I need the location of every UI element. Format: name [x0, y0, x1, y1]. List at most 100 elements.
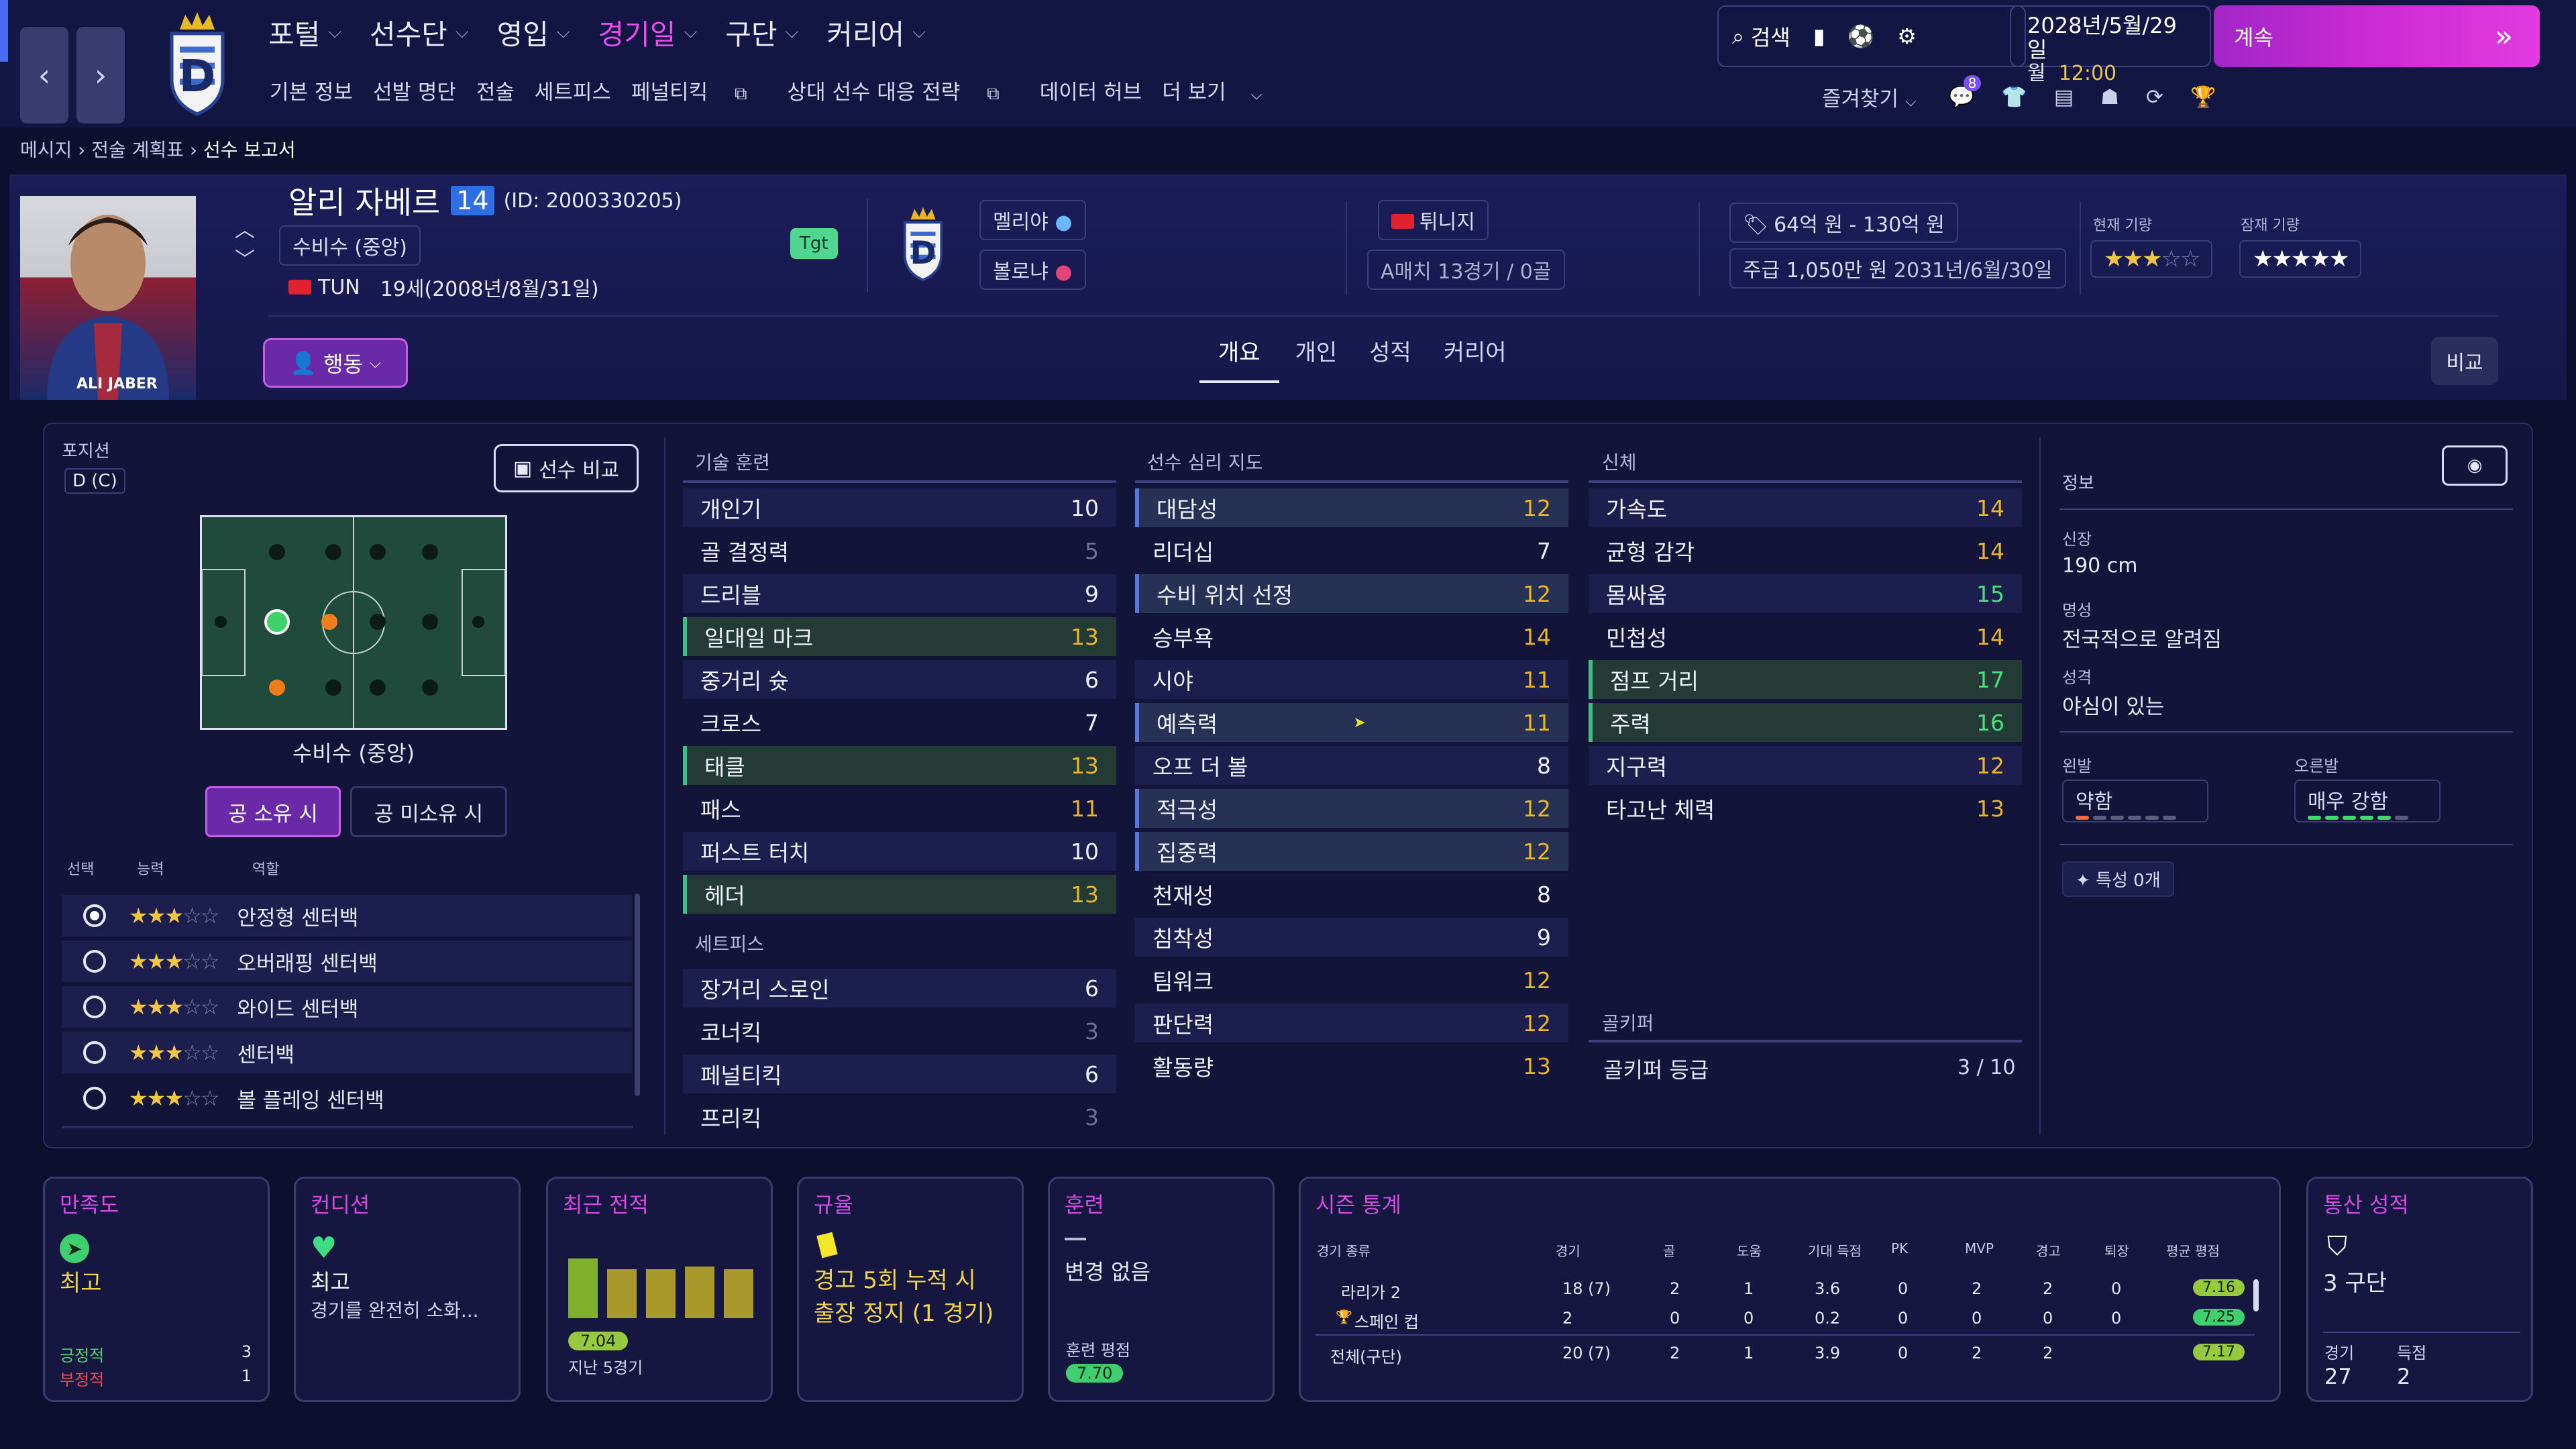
ball-button[interactable]: ⚽ — [1847, 23, 1874, 49]
player-nav-arrows[interactable]: ︿ ﹀ — [235, 216, 255, 275]
tab-personal[interactable]: 개인 — [1279, 331, 1354, 383]
subnav-more[interactable]: 더 보기 ⌵ — [1162, 75, 1282, 105]
attribute-row[interactable]: 판단력 12 — [1135, 1004, 1568, 1042]
role-radio[interactable] — [83, 1041, 106, 1064]
attribute-row[interactable]: 리더십 7 — [1135, 531, 1568, 570]
trophy-icon[interactable]: 🏆 — [2190, 85, 2216, 109]
subnav-penalties[interactable]: 페널티킥 ⧉ — [631, 75, 767, 105]
role-row[interactable]: ★★★☆☆ 와이드 센터백 — [62, 986, 632, 1028]
in-possession-toggle[interactable]: 공 소유 시 — [205, 786, 341, 837]
horizontal-scrollbar[interactable] — [62, 1126, 633, 1128]
club-crest-icon[interactable]: D — [160, 9, 235, 122]
tab-career[interactable]: 커리어 — [1428, 331, 1523, 383]
attribute-row[interactable]: 수비 위치 선정 12 — [1135, 574, 1568, 613]
attribute-row[interactable]: 가속도 14 — [1589, 488, 2022, 527]
target-tag[interactable]: Tgt — [790, 228, 838, 259]
form-card[interactable]: 최근 전적 7.04 지난 5경기 — [546, 1177, 773, 1402]
attribute-row[interactable]: 태클 13 — [683, 746, 1116, 785]
attribute-row[interactable]: 대담성 12 — [1135, 488, 1568, 527]
role-row[interactable]: ★★★☆☆ 오버래핑 센터백 — [62, 941, 632, 982]
date-display[interactable]: 2028년/5월/29일 월 12:00 — [2010, 5, 2211, 85]
roles-scrollbar[interactable] — [635, 894, 640, 1096]
attribute-row[interactable]: 오프 더 볼 8 — [1135, 746, 1568, 785]
role-radio[interactable] — [83, 996, 106, 1018]
attribute-row[interactable]: 승부욕 14 — [1135, 617, 1568, 656]
attribute-row[interactable]: 코너킥 3 — [683, 1012, 1116, 1051]
attribute-row[interactable]: 헤더 13 — [683, 875, 1116, 914]
nav-career[interactable]: 커리어 ⌵ — [826, 12, 926, 53]
discipline-card[interactable]: 규율 경고 5회 누적 시 출장 정지 (1 경기) — [797, 1177, 1024, 1402]
player-compare-button[interactable]: ▣ 선수 비교 — [494, 444, 639, 492]
attribute-row[interactable]: 일대일 마크 13 — [683, 617, 1116, 656]
nav-club[interactable]: 구단 ⌵ — [725, 12, 798, 53]
attribute-row[interactable]: 침착성 9 — [1135, 918, 1568, 957]
attribute-row[interactable]: 활동량 13 — [1135, 1046, 1568, 1085]
attribute-row[interactable]: 크로스 7 — [683, 703, 1116, 742]
nav-transfers[interactable]: 영입 ⌵ — [497, 12, 570, 53]
attribute-row[interactable]: 균형 감각 14 — [1589, 531, 2022, 570]
document-icon[interactable]: ▤ — [2054, 85, 2074, 109]
subnav-setpieces[interactable]: 세트피스 — [535, 75, 611, 105]
season-scrollbar[interactable] — [2253, 1279, 2259, 1311]
club-pill-melilla[interactable]: 멜리야 ● — [979, 200, 1086, 240]
role-row[interactable]: ★★★☆☆ 볼 플레잉 센터백 — [62, 1077, 632, 1119]
bookmark-button[interactable]: ▮ — [1813, 23, 1825, 49]
attribute-row[interactable]: 페널티킥 6 — [683, 1055, 1116, 1093]
traits-button[interactable]: ✦ 특성 0개 — [2062, 861, 2174, 897]
tab-overview[interactable]: 개요 — [1199, 331, 1279, 383]
attribute-row[interactable]: 골 결정력 5 — [683, 531, 1116, 570]
subnav-lineup[interactable]: 선발 명단 — [373, 75, 456, 105]
club-pill-bologna[interactable]: 볼로냐 ● — [979, 250, 1086, 290]
career-card[interactable]: 통산 성적 ⛉ 3 구단 경기 득점 27 2 — [2306, 1177, 2533, 1402]
subnav-opposition[interactable]: 상대 선수 대응 전략 ⧉ — [788, 75, 1020, 105]
attribute-row[interactable]: 집중력 12 — [1135, 832, 1568, 871]
attribute-row[interactable]: 몸싸움 15 — [1589, 574, 2022, 613]
compare-button[interactable]: 비교 — [2431, 337, 2498, 385]
nav-squad[interactable]: 선수단 ⌵ — [370, 12, 469, 53]
attribute-row[interactable]: 개인기 10 — [683, 488, 1116, 527]
out-possession-toggle[interactable]: 공 미소유 시 — [350, 786, 507, 837]
attribute-row[interactable]: 천재성 8 — [1135, 875, 1568, 914]
subnav-datahub[interactable]: 데이터 허브 — [1040, 75, 1142, 105]
tab-stats[interactable]: 성적 — [1353, 331, 1428, 383]
morale-card[interactable]: 만족도 ➤ 최고 긍정적 3 부정적 1 — [43, 1177, 270, 1402]
attribute-row[interactable]: 패스 11 — [683, 789, 1116, 828]
attribute-row[interactable]: 중거리 슛 6 — [683, 660, 1116, 699]
continue-button[interactable]: 계속 » — [2214, 5, 2540, 67]
breadcrumb-tactics-plan[interactable]: 전술 계획표 — [91, 139, 184, 161]
attribute-row[interactable]: 예측력 ➤ 11 — [1135, 703, 1568, 742]
info-settings-button[interactable]: ◉ — [2442, 445, 2508, 486]
subnav-tactics[interactable]: 전술 — [476, 75, 515, 105]
attribute-row[interactable]: 시야 11 — [1135, 660, 1568, 699]
staff-icon[interactable]: ☗ — [2100, 85, 2119, 109]
inbox-button[interactable]: 💬 8 — [1949, 75, 1982, 109]
favorites-dropdown[interactable]: 즐겨찾기 ⌵ — [1822, 82, 1917, 112]
attribute-row[interactable]: 지구력 12 — [1589, 746, 2022, 785]
attribute-row[interactable]: 프리킥 3 — [683, 1097, 1116, 1136]
nation-pill[interactable]: 튀니지 — [1378, 200, 1489, 240]
settings-button[interactable]: ⚙ — [1897, 23, 1917, 49]
action-button[interactable]: 👤 행동 ⌵ — [263, 338, 408, 388]
back-button[interactable]: ‹ — [20, 27, 68, 123]
subnav-basic-info[interactable]: 기본 정보 — [270, 75, 353, 105]
search-button[interactable]: ⌕ 검색 — [1732, 21, 1790, 52]
nav-matchday[interactable]: 경기일 ⌵ — [598, 12, 698, 53]
attribute-row[interactable]: 팀워크 12 — [1135, 961, 1568, 1000]
attribute-row[interactable]: 장거리 스로인 6 — [683, 969, 1116, 1008]
condition-card[interactable]: 컨디션 ♥ 최고 경기를 완전히 소화... — [294, 1177, 521, 1402]
role-row[interactable]: ★★★☆☆ 안정형 센터백 — [62, 895, 632, 936]
attribute-row[interactable]: 주력 16 — [1589, 703, 2022, 742]
role-radio[interactable] — [83, 1087, 106, 1110]
kit-icon[interactable]: 👕 — [2001, 85, 2027, 109]
role-radio[interactable] — [83, 950, 106, 973]
attribute-row[interactable]: 점프 거리 17 — [1589, 660, 2022, 699]
training-card[interactable]: 훈련 변경 없음 훈련 평점 7.70 — [1048, 1177, 1275, 1402]
attribute-row[interactable]: 적극성 12 — [1135, 789, 1568, 828]
forward-button[interactable]: › — [76, 27, 125, 123]
club-crest-small-icon[interactable]: D — [896, 204, 950, 288]
season-stats-card[interactable]: 시즌 통계 경기 종류 경기 골 도움 기대 득점 PK MVP 경고 퇴장 평균 평점 라리가 2… — [1299, 1177, 2281, 1402]
attribute-row[interactable]: 드리블 9 — [683, 574, 1116, 613]
role-row[interactable]: ★★★☆☆ 센터백 — [62, 1032, 632, 1073]
attribute-row[interactable]: 민첩성 14 — [1589, 617, 2022, 656]
attribute-row[interactable]: 퍼스트 터치 10 — [683, 832, 1116, 871]
